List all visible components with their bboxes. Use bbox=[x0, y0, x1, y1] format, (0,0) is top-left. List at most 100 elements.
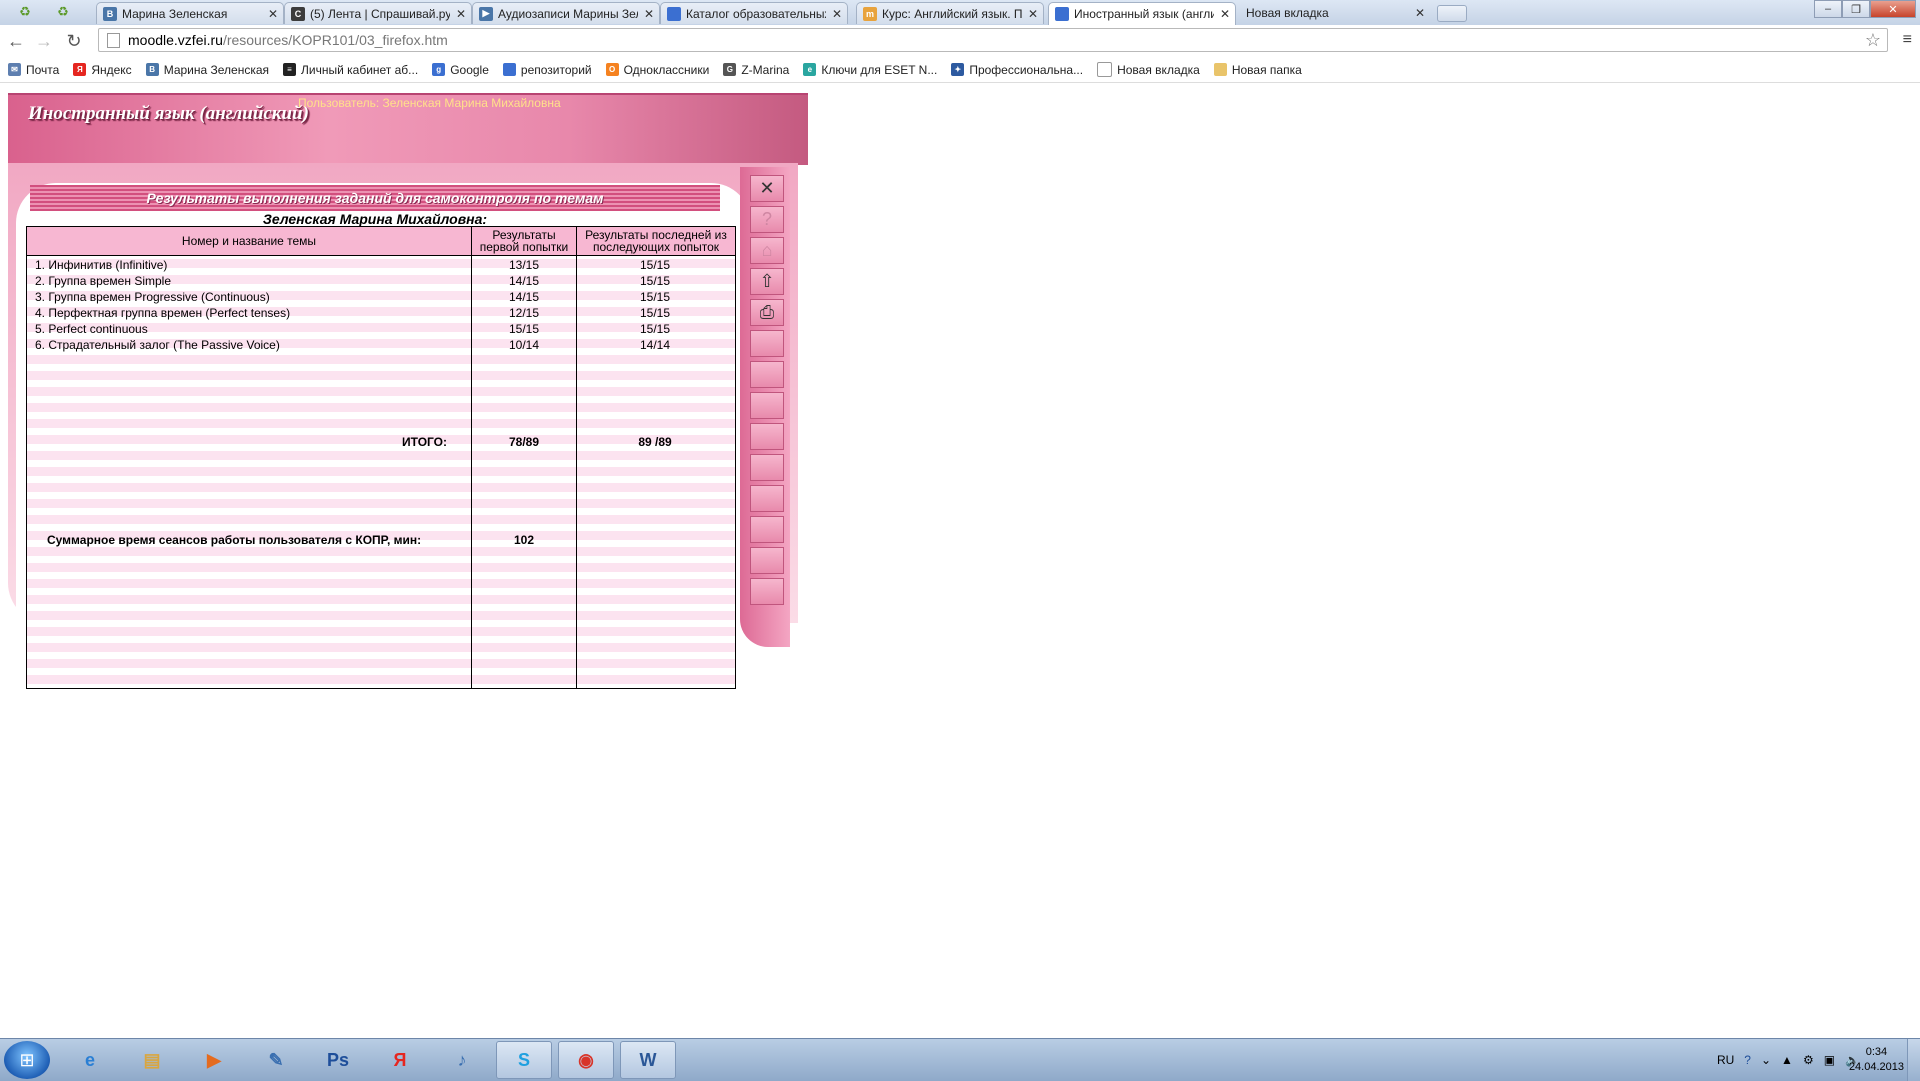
bookmark-item[interactable]: Я Яндекс bbox=[73, 62, 132, 77]
menu-icon[interactable]: ≡ bbox=[1903, 31, 1912, 49]
new-tab-button[interactable] bbox=[1437, 5, 1467, 22]
start-button[interactable]: ⊞ bbox=[4, 1041, 50, 1079]
network-icon[interactable]: ▣ bbox=[1824, 1053, 1835, 1067]
tray-up-arrow-icon[interactable]: ▲ bbox=[1781, 1053, 1793, 1067]
bookmark-item[interactable]: G Z-Marina bbox=[723, 63, 789, 77]
maximize-button[interactable]: ❐ bbox=[1842, 0, 1870, 18]
browser-tab[interactable]: Иностранный язык (английский) ✕ bbox=[1048, 2, 1236, 25]
table-row: 2. Группа времен Simple 14/15 15/15 bbox=[27, 273, 735, 289]
address-bar[interactable]: moodle.vzfei.ru /resources/KOPR101/03_fi… bbox=[98, 28, 1888, 52]
browser-tab[interactable]: ▶ Аудиозаписи Марины Зеленской ✕ bbox=[472, 2, 660, 24]
media-player-icon[interactable]: ▶ bbox=[186, 1041, 242, 1079]
minimize-button[interactable]: – bbox=[1814, 0, 1842, 18]
bookmark-item[interactable]: О Одноклассники bbox=[605, 63, 709, 77]
explorer-icon[interactable]: ▤ bbox=[124, 1041, 180, 1079]
cell-last: 15/15 bbox=[639, 290, 671, 304]
moodle-icon: m bbox=[863, 6, 877, 21]
bookmark-item[interactable]: Новая папка bbox=[1213, 62, 1302, 77]
yandex-browser-icon[interactable]: Я bbox=[372, 1041, 428, 1079]
bookmark-label: Google bbox=[450, 62, 489, 77]
browser-tab[interactable]: Новая вкладка ✕ bbox=[1240, 2, 1430, 24]
column-header-last-attempt: Результаты последней из последующих попы… bbox=[585, 228, 727, 254]
forward-icon[interactable]: → bbox=[32, 29, 56, 53]
side-button[interactable] bbox=[750, 330, 784, 357]
back-icon[interactable]: ← bbox=[4, 29, 28, 53]
side-button[interactable] bbox=[750, 516, 784, 543]
cell-first: 14/15 bbox=[508, 290, 540, 304]
browser-tab[interactable]: С (5) Лента | Спрашивай.ру ✕ bbox=[284, 2, 472, 24]
bookmarks-bar: ✉ Почта Я Яндекс В Марина Зеленская ≡ Личный ка… bbox=[0, 57, 1920, 83]
tab-close-icon[interactable]: ✕ bbox=[455, 7, 467, 21]
cell-topic: 2. Группа времен Simple bbox=[35, 274, 171, 288]
bookmark-item[interactable]: ✉ Почта bbox=[8, 63, 59, 77]
tab-close-icon[interactable]: ✕ bbox=[643, 7, 655, 21]
bookmark-label: Ключи для ESET N... bbox=[821, 62, 938, 77]
tab-close-icon[interactable]: ✕ bbox=[1414, 6, 1426, 20]
course-title: Иностранный язык (английский) bbox=[28, 103, 309, 124]
photoshop-icon[interactable]: Ps bbox=[310, 1041, 366, 1079]
show-desktop-button[interactable] bbox=[1907, 1039, 1920, 1081]
bookmark-item[interactable]: g Google bbox=[432, 63, 489, 77]
side-button[interactable] bbox=[750, 361, 784, 388]
help-icon[interactable]: ? bbox=[750, 206, 784, 233]
bookmark-item[interactable]: В Марина Зеленская bbox=[145, 63, 269, 77]
mail-icon: ✉ bbox=[8, 63, 21, 76]
tray-app-icon[interactable]: ⚙ bbox=[1803, 1053, 1814, 1067]
reload-icon[interactable]: ↻ bbox=[62, 29, 86, 53]
tab-close-icon[interactable]: ✕ bbox=[1027, 7, 1039, 21]
side-button[interactable] bbox=[750, 485, 784, 512]
tab-close-icon[interactable]: ✕ bbox=[1219, 7, 1231, 21]
audio-icon: ▶ bbox=[479, 6, 493, 21]
print-icon[interactable]: ⎙ bbox=[750, 299, 784, 326]
bookmark-item[interactable]: репозиторий bbox=[502, 63, 592, 77]
skype-icon[interactable]: S bbox=[496, 1041, 552, 1079]
side-button[interactable] bbox=[750, 547, 784, 574]
speaker-icon[interactable]: ♪ bbox=[434, 1041, 490, 1079]
help-icon[interactable]: ? bbox=[1744, 1053, 1751, 1067]
bookmark-label: Яндекс bbox=[91, 62, 132, 77]
home-icon[interactable]: ⌂ bbox=[750, 237, 784, 264]
bookmark-star-icon[interactable]: ☆ bbox=[1865, 30, 1881, 51]
page-content: Иностранный язык (английский) Пользовате… bbox=[0, 83, 1920, 1038]
up-arrow-icon[interactable]: ⇧ bbox=[750, 268, 784, 295]
chrome-icon[interactable]: ◉ bbox=[558, 1041, 614, 1079]
bookmark-item[interactable]: ≡ Личный кабинет аб... bbox=[283, 63, 418, 77]
page-icon bbox=[107, 32, 120, 48]
google-icon: g bbox=[432, 63, 446, 76]
tab-label: Курс: Английский язык. Продолжение bbox=[882, 6, 1022, 21]
user-label: Пользователь: Зеленская Марина Михайловн… bbox=[298, 96, 561, 110]
side-button[interactable] bbox=[750, 454, 784, 481]
tab-close-icon[interactable]: ✕ bbox=[267, 7, 279, 21]
tab-close-icon[interactable]: ✕ bbox=[831, 7, 843, 21]
side-button[interactable] bbox=[750, 392, 784, 419]
bookmark-item[interactable]: Новая вкладка bbox=[1097, 62, 1200, 77]
clock[interactable]: 0:34 24.04.2013 bbox=[1849, 1045, 1904, 1075]
language-indicator[interactable]: RU bbox=[1717, 1053, 1734, 1067]
word-icon[interactable]: W bbox=[620, 1041, 676, 1079]
table-row: 4. Перфектная группа времен (Perfect ten… bbox=[27, 305, 735, 321]
side-button[interactable] bbox=[750, 423, 784, 450]
extension-icon[interactable]: ♻ bbox=[52, 3, 74, 21]
browser-tab[interactable]: m Курс: Английский язык. Продолжение ✕ bbox=[856, 2, 1044, 24]
session-time-value: 102 bbox=[513, 533, 535, 547]
tool-icon[interactable]: ✎ bbox=[248, 1041, 304, 1079]
ie-icon[interactable]: e bbox=[62, 1041, 118, 1079]
tab-label: Иностранный язык (английский) bbox=[1074, 7, 1214, 21]
student-name: Зеленская Марина Михайловна: bbox=[262, 211, 488, 227]
browser-tab[interactable]: В Марина Зеленская ✕ bbox=[96, 2, 284, 24]
bookmark-item[interactable]: ✦ Профессиональна... bbox=[951, 63, 1083, 77]
beeline-icon: ≡ bbox=[283, 63, 297, 76]
chevron-down-icon[interactable]: ⌄ bbox=[1761, 1053, 1771, 1067]
g-icon: G bbox=[723, 63, 737, 76]
bookmark-label: Новая вкладка bbox=[1117, 62, 1200, 77]
cell-last: 15/15 bbox=[639, 258, 671, 272]
navigation-bar: ← → ↻ moodle.vzfei.ru /resources/KOPR101… bbox=[0, 25, 1920, 58]
browser-tab[interactable]: Каталог образовательных ресурсов ✕ bbox=[660, 2, 848, 24]
close-icon[interactable]: ✕ bbox=[750, 175, 784, 202]
bookmark-label: Новая папка bbox=[1231, 62, 1302, 77]
side-button[interactable] bbox=[750, 578, 784, 605]
bookmark-item[interactable]: e Ключи для ESET N... bbox=[803, 63, 937, 77]
clock-date: 24.04.2013 bbox=[1848, 1061, 1904, 1073]
close-window-button[interactable]: ✕ bbox=[1870, 0, 1916, 18]
extension-icon[interactable]: ♻ bbox=[14, 3, 36, 21]
